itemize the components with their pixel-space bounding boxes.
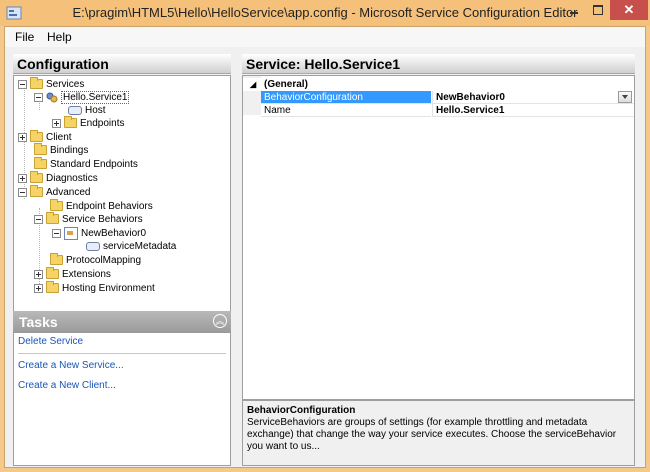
close-icon: ✕ xyxy=(623,2,635,17)
menu-bar: File Help xyxy=(5,27,645,47)
property-row-behaviorconfiguration[interactable]: BehaviorConfiguration NewBehavior0 xyxy=(243,91,634,104)
tree-node-protocol-mapping[interactable]: ProtocolMapping xyxy=(44,253,141,267)
tree-node-endpoints[interactable]: Endpoints xyxy=(52,116,124,130)
minimize-button[interactable] xyxy=(562,0,586,20)
folder-icon xyxy=(50,199,63,212)
window-title: E:\pragim\HTML5\Hello\HelloService\app.c… xyxy=(72,5,578,20)
folder-icon xyxy=(30,171,43,184)
tree-node-hello-service1[interactable]: Hello.Service1 xyxy=(34,91,130,104)
configuration-tree[interactable]: Services Hello.Service1 Host Endpoints C… xyxy=(13,75,231,325)
tree-node-hosting-environment[interactable]: Hosting Environment xyxy=(34,281,155,295)
description-title: BehaviorConfiguration xyxy=(247,405,356,416)
maximize-icon xyxy=(593,5,603,15)
folder-icon xyxy=(30,130,43,143)
tasks-panel: Delete Service Create a New Service... C… xyxy=(13,333,231,466)
folder-icon xyxy=(34,143,47,156)
property-name: Name xyxy=(261,104,431,117)
collapse-icon[interactable] xyxy=(34,214,43,224)
folder-icon xyxy=(64,116,77,129)
menu-file[interactable]: File xyxy=(15,30,34,44)
main-window: File Help Configuration Services Hello.S… xyxy=(4,26,646,468)
tree-node-services[interactable]: Services xyxy=(18,77,84,91)
tree-node-advanced[interactable]: Advanced xyxy=(18,185,90,199)
tree-node-bindings[interactable]: Bindings xyxy=(28,143,88,157)
tree-node-standard-endpoints[interactable]: Standard Endpoints xyxy=(28,157,138,171)
property-value[interactable]: Hello.Service1 xyxy=(432,104,634,117)
dropdown-arrow-icon[interactable] xyxy=(618,91,632,103)
tree-node-new-behavior0[interactable]: NewBehavior0 xyxy=(52,227,146,240)
collapse-icon[interactable] xyxy=(34,92,43,102)
tree-node-service-behaviors[interactable]: Service Behaviors xyxy=(34,212,143,226)
property-value[interactable]: NewBehavior0 xyxy=(432,91,634,104)
folder-icon xyxy=(46,281,59,294)
maximize-button[interactable] xyxy=(586,0,610,20)
tree-node-diagnostics[interactable]: Diagnostics xyxy=(18,171,98,185)
collapse-tasks-icon[interactable]: ︽ xyxy=(213,314,227,328)
menu-help[interactable]: Help xyxy=(47,30,72,44)
tree-node-host[interactable]: Host xyxy=(68,104,106,117)
folder-icon xyxy=(34,157,47,170)
property-description: BehaviorConfiguration ServiceBehaviors a… xyxy=(242,400,635,466)
node-icon xyxy=(68,105,82,115)
description-text: ServiceBehaviors are groups of settings … xyxy=(247,417,617,452)
expand-icon[interactable] xyxy=(34,283,43,293)
expand-icon[interactable] xyxy=(18,132,27,142)
tasks-header: Tasks xyxy=(13,311,231,333)
tree-node-client[interactable]: Client xyxy=(18,130,72,144)
folder-icon xyxy=(50,253,63,266)
property-grid[interactable]: ◢ (General) BehaviorConfiguration NewBeh… xyxy=(242,75,635,400)
folder-icon xyxy=(30,77,43,90)
task-divider xyxy=(18,353,226,354)
close-button[interactable]: ✕ xyxy=(610,0,648,20)
create-service-link[interactable]: Create a New Service... xyxy=(18,360,124,371)
delete-service-link[interactable]: Delete Service xyxy=(18,336,83,347)
folder-icon xyxy=(46,267,59,280)
tree-node-endpoint-behaviors[interactable]: Endpoint Behaviors xyxy=(44,199,153,213)
category-general[interactable]: ◢ (General) xyxy=(243,78,634,91)
folder-icon xyxy=(46,212,59,225)
service-icon xyxy=(46,92,58,103)
title-bar[interactable]: E:\pragim\HTML5\Hello\HelloService\app.c… xyxy=(0,0,650,26)
collapse-category-icon[interactable]: ◢ xyxy=(250,78,256,91)
expand-icon[interactable] xyxy=(52,118,61,128)
collapse-icon[interactable] xyxy=(18,187,27,197)
configuration-header: Configuration xyxy=(13,54,231,74)
service-header: Service: Hello.Service1 xyxy=(242,54,635,74)
tree-node-extensions[interactable]: Extensions xyxy=(34,267,111,281)
minimize-icon xyxy=(570,12,578,14)
node-icon xyxy=(86,241,100,251)
expand-icon[interactable] xyxy=(34,269,43,279)
property-row-name[interactable]: Name Hello.Service1 xyxy=(243,104,634,117)
collapse-icon[interactable] xyxy=(52,229,61,238)
expand-icon[interactable] xyxy=(18,173,27,183)
property-name: BehaviorConfiguration xyxy=(261,91,431,104)
folder-icon xyxy=(30,185,43,198)
behavior-icon xyxy=(64,227,78,240)
create-client-link[interactable]: Create a New Client... xyxy=(18,380,116,391)
collapse-icon[interactable] xyxy=(18,79,27,89)
tree-node-service-metadata[interactable]: serviceMetadata xyxy=(86,240,176,253)
